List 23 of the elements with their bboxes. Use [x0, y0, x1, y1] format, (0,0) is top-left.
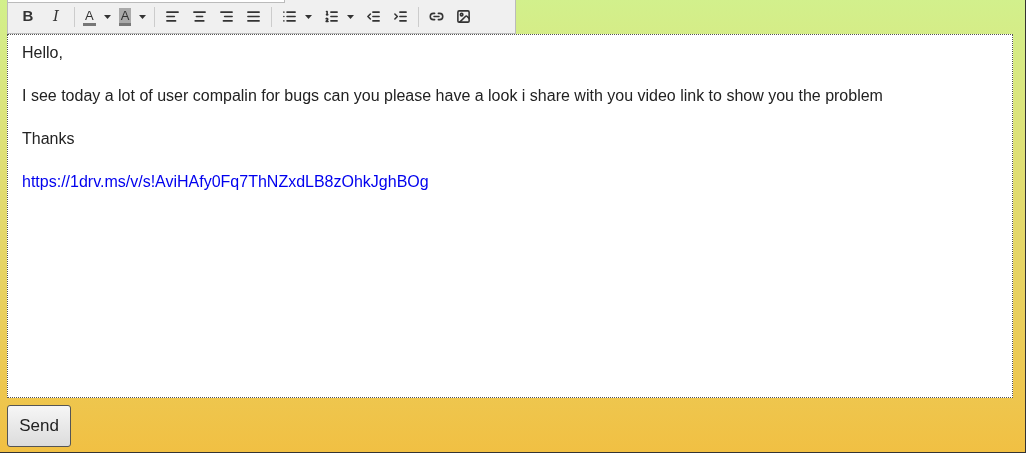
numbered-list-icon — [324, 9, 340, 24]
text-color-button[interactable]: A — [79, 4, 115, 29]
message-text: Thanks — [22, 130, 75, 147]
indent-icon — [393, 9, 409, 24]
image-icon — [456, 9, 472, 24]
send-button[interactable]: Send — [7, 405, 71, 447]
align-center-icon — [192, 9, 208, 24]
align-right-icon — [219, 9, 235, 24]
caret-icon — [139, 14, 147, 19]
message-text: I see today a lot of user compalin for bugs can you please have a look i share with you video link to show you the problem — [22, 87, 883, 104]
caret-icon — [103, 14, 111, 19]
outdent-icon — [366, 9, 382, 24]
message-editor[interactable]: Hello, I see today a lot of user compalin for bugs can you please have a look i share with you video link to show you the problem Thanks https://1drv.ms/v/s!AviHAfy0Fq7ThNZxdLB8zOhkJghBOg — [7, 34, 1013, 398]
italic-button[interactable]: I — [42, 4, 70, 29]
align-justify-icon — [246, 9, 262, 24]
highlight-color-button[interactable]: A — [114, 4, 151, 29]
bullet-list-icon — [282, 9, 298, 24]
video-link[interactable]: https://1drv.ms/v/s!AviHAfy0Fq7ThNZxdLB8zOhkJghBOg — [22, 173, 429, 190]
bold-button[interactable]: B — [14, 4, 42, 29]
caret-icon — [347, 14, 355, 19]
caret-icon — [305, 14, 313, 19]
message-text: Hello, — [22, 44, 63, 61]
align-left-icon — [165, 9, 181, 24]
